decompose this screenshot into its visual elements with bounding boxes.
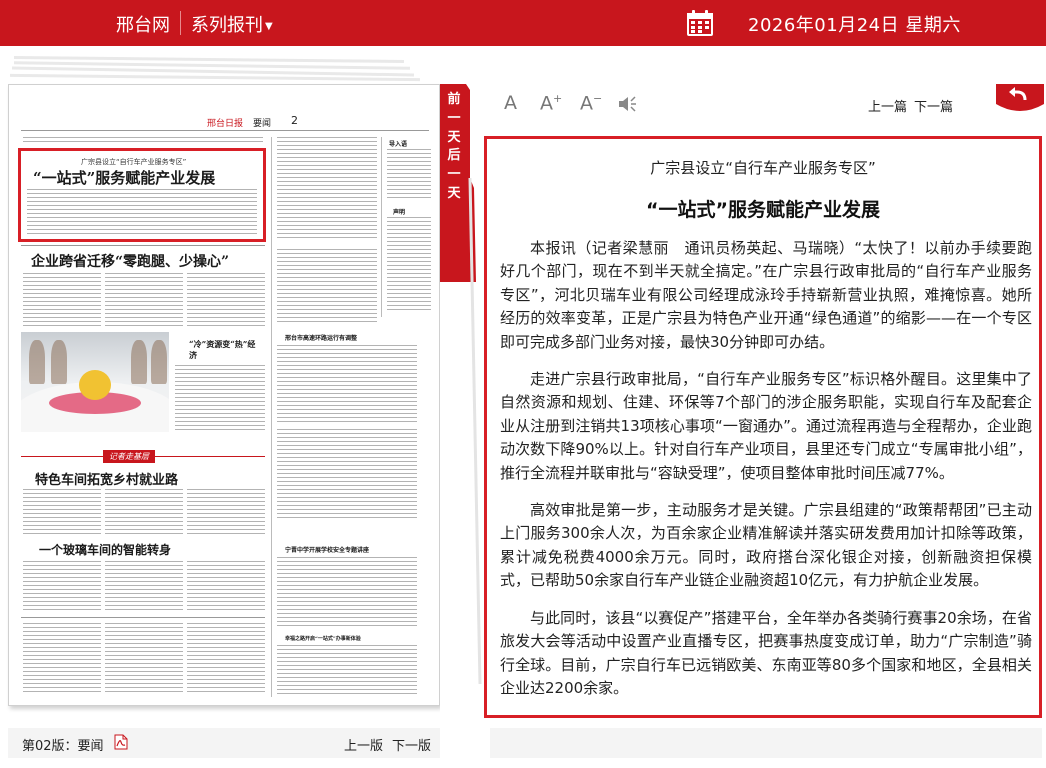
thumb-column-divider [271,137,272,697]
thumb-column-divider [381,137,382,317]
thumb-text-block [23,623,101,693]
photo-tree [29,340,45,384]
photo-yellow-mascot [79,370,111,400]
edition-footer-bar: 第02版：要闻 上一版 下一版 [8,728,440,758]
article-paragraph: 高效审批是第一步，主动服务才是关键。广宗县组建的“政策帮帮团”已主动上门服务30… [500,501,1032,590]
article-body: 本报讯（记者梁慧丽 通讯员杨英起、马瑞晓）“太快了！以前办手续要跑好几个部门，现… [500,237,1032,714]
newspaper-masthead: 邢台日报 要闻 2 [21,113,429,131]
font-default-button[interactable]: A [504,92,517,114]
thumb-text-block [105,273,183,327]
thumb-box-title: 导入语 [389,141,408,148]
article-paragraph: 本报讯（记者梁慧丽 通讯员杨英起、马瑞晓）“太快了！以前办手续要跑好几个部门，现… [500,239,1032,351]
speaker-icon[interactable] [618,96,638,112]
article-panel: 广宗县设立“自行车产业服务专区” “一站式”服务赋能产业发展 本报讯（记者梁慧丽… [484,136,1042,718]
current-date: 2026年01月24日 星期六 [748,15,961,36]
thumb-headline-3: 特色车间拓宽乡村就业路 [35,473,179,488]
article-paragraph: 与此同时，该县“以赛促产”搭建平台，全年举办各类骑行赛事20余场，在省旅发大会等… [500,608,1032,697]
prev-edition-link[interactable]: 上一版 [344,735,383,754]
thumb-text-block [277,557,417,627]
calendar-icon[interactable] [686,9,714,37]
article-paragraph: 走进广宗县行政审批局，“自行车产业服务专区”标识格外醒目。这里集中了自然资源和规… [500,370,1032,482]
pdf-icon[interactable] [114,734,128,750]
thumb-text-block [277,137,377,241]
thumb-rule [21,617,265,618]
thumb-text-block [105,623,183,693]
thumb-text-block [277,345,417,425]
next-edition-link[interactable]: 下一版 [392,735,431,754]
minus-icon: − [593,92,603,105]
thumb-text-block [105,489,183,535]
font-increase-button[interactable]: A+ [540,92,562,114]
plus-icon: + [553,92,563,105]
thumb-text-block [27,189,257,235]
thumb-text-block [23,489,101,535]
top-navigation-bar: 邢台网 系列报刊 ▼ 2026年01月24日 星期六 [0,0,1046,46]
back-arrow-icon[interactable] [996,84,1044,112]
newspaper-logo: 邢台日报 [207,119,244,129]
prev-article-link[interactable]: 上一篇 [868,96,907,115]
thumb-text-block [23,561,101,611]
article-subtitle: 广宗县设立“自行车产业服务专区” [650,159,876,177]
site-brand-link[interactable]: 邢台网 [116,11,170,37]
article-footer-bar [490,728,1042,758]
thumb-text-block [175,365,265,431]
thumb-text-block [187,489,265,535]
thumb-box-title-2: 声明 [393,209,406,216]
thumb-text-block [23,137,263,145]
thumb-text-block [187,273,265,327]
thumb-column-label: 记者走基层 [103,450,155,463]
thumb-rule [21,245,265,246]
thumb-text-block [277,249,377,325]
font-decrease-label: A [580,92,593,115]
caret-down-icon: ▼ [265,20,273,32]
thumb-text-block [187,561,265,611]
thumb-text-block [23,273,101,327]
photo-tree [51,340,67,384]
next-article-link[interactable]: 下一篇 [914,96,953,115]
thumb-side-title-3: 宁晋中学开展学校安全专题讲座 [285,547,370,554]
thumb-headline-4: 一个玻璃车间的智能转身 [39,543,172,557]
nav-divider [180,11,181,35]
series-label: 系列报刊 [191,15,263,36]
photo-tree [151,340,167,384]
thumb-snow-photo [21,332,169,432]
newspaper-page-number: 2 [291,114,298,127]
edition-label: 第02版：要闻 [22,739,104,754]
newspaper-page-thumbnail[interactable]: 邢台日报 要闻 2 广宗县设立“自行车产业服务专区” “一站式”服务赋能产业发展… [8,84,440,706]
photo-tree [131,340,147,384]
thumb-text-block [277,645,417,697]
font-increase-label: A [540,92,553,115]
thumb-highlight-subtitle: 广宗县设立“自行车产业服务专区” [81,158,187,166]
newspaper-section-name: 要闻 [253,119,272,129]
thumb-column-banner: 记者走基层 [21,450,265,468]
next-day-button[interactable]: 后一天 [444,146,464,203]
thumb-side-title-1: “冷”资源变“热”经济 [189,339,256,360]
thumb-headline-2: 企业跨省迁移“零跑腿、少操心” [31,254,230,270]
thumb-side-title-4: 幸福之路开启“一站式”办事新体验 [285,636,361,642]
thumb-text-block [187,623,265,693]
thumb-text-block [277,429,417,519]
series-newspapers-dropdown[interactable]: 系列报刊 ▼ [191,11,273,37]
thumb-side-title-2: 邢台市高速环路运行有调整 [285,335,358,342]
font-decrease-button[interactable]: A− [580,92,602,114]
prev-day-button[interactable]: 前一天 [444,90,464,147]
thumb-highlight-title: “一站式”服务赋能产业发展 [33,169,216,187]
thumb-text-block [387,217,431,313]
thumb-text-block [387,149,431,199]
thumb-text-block [105,561,183,611]
article-title: “一站式”服务赋能产业发展 [646,199,880,221]
